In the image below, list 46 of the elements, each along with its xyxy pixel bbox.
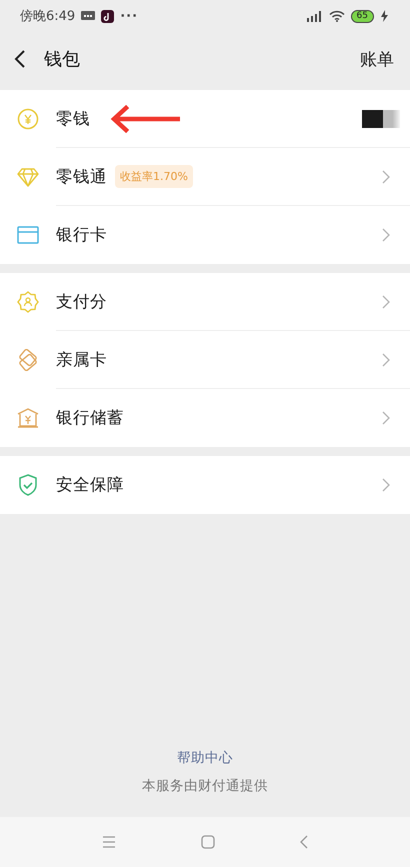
chevron-icon — [382, 411, 390, 425]
menu-label: 零钱通 — [56, 166, 107, 188]
menu-label: 银行卡 — [56, 224, 107, 246]
shield-icon — [18, 474, 38, 496]
signal-icon — [306, 10, 323, 22]
chevron-icon — [382, 352, 390, 366]
menu-item[interactable]: 亲属卡 — [0, 331, 410, 389]
menu-label: 支付分 — [56, 290, 107, 312]
badge-icon — [17, 291, 39, 313]
message-icon — [81, 10, 96, 22]
menu-item[interactable]: 银行卡 — [0, 206, 410, 264]
menu-item[interactable]: 安全保障 — [0, 456, 410, 514]
cards-icon — [17, 349, 39, 371]
bill-link[interactable]: 账单 — [360, 48, 394, 70]
menu-icon[interactable] — [102, 836, 116, 848]
chevron-icon — [382, 478, 390, 492]
menu-item[interactable]: 零钱 — [0, 90, 410, 148]
charging-icon — [380, 10, 390, 22]
back-nav-icon[interactable] — [300, 835, 308, 849]
status-time: 傍晚6:49 — [20, 8, 76, 25]
diamond-icon — [17, 167, 39, 187]
menu-item[interactable]: 银行储蓄 — [0, 389, 410, 447]
bank-icon — [17, 408, 39, 428]
hidden-amount — [362, 110, 400, 128]
page-title: 钱包 — [44, 48, 81, 71]
menu-label: 亲属卡 — [56, 348, 107, 370]
provider-note: 本服务由财付通提供 — [142, 777, 268, 795]
menu-label: 零钱 — [56, 108, 90, 130]
yield-tag: 收益率1.70% — [115, 165, 193, 188]
more-indicator: ··· — [120, 8, 138, 24]
menu-item[interactable]: 支付分 — [0, 273, 410, 331]
help-center-link[interactable]: 帮助中心 — [177, 749, 233, 767]
back-icon[interactable] — [14, 49, 26, 69]
home-icon[interactable] — [200, 835, 215, 849]
battery-indicator: 65 — [350, 10, 374, 22]
coin-icon — [17, 108, 39, 130]
menu-item[interactable]: 零钱通 收益率1.70% — [0, 148, 410, 206]
card-icon — [17, 226, 39, 244]
wifi-icon — [328, 10, 345, 22]
app-icon — [101, 10, 114, 22]
chevron-icon — [382, 228, 390, 242]
menu-label: 银行储蓄 — [56, 407, 124, 429]
menu-label: 安全保障 — [56, 474, 124, 496]
chevron-icon — [382, 170, 390, 184]
arrow-annotation — [110, 104, 180, 132]
chevron-icon — [382, 294, 390, 308]
